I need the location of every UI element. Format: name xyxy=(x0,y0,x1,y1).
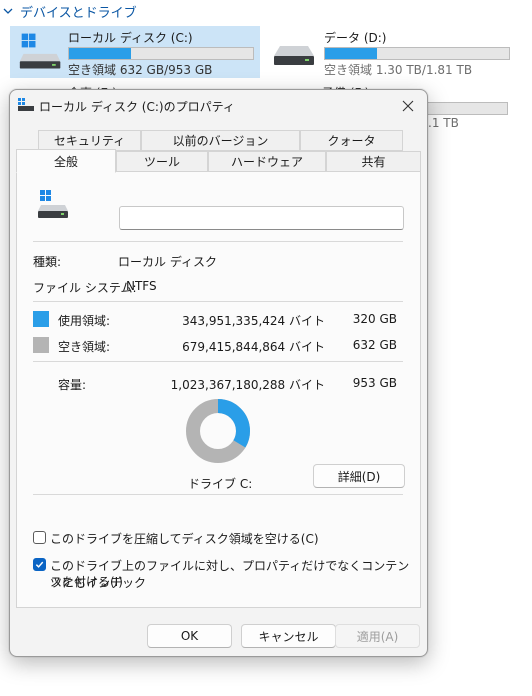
properties-dialog: ローカル ディスク (C:)のプロパティ セキュリティ 以前のバージョン クォー… xyxy=(9,89,428,657)
free-space-label: 空き領域: xyxy=(58,340,111,354)
checkmark-icon xyxy=(35,561,44,568)
free-space-swatch xyxy=(33,337,49,353)
used-space-label: 使用領域: xyxy=(58,314,111,328)
volume-name-input[interactable] xyxy=(119,206,404,230)
capacity-gb: 953 GB xyxy=(352,376,397,390)
apply-button[interactable]: 適用(A) xyxy=(335,624,420,648)
tab-security[interactable]: セキュリティ xyxy=(38,130,141,151)
close-icon xyxy=(402,100,414,112)
drive-c-usage-fill xyxy=(69,48,131,59)
dialog-titlebar[interactable]: ローカル ディスク (C:)のプロパティ xyxy=(10,90,427,120)
capacity-bytes: 1,023,367,180,288 バイト xyxy=(170,378,325,392)
details-button[interactable]: 詳細(D) xyxy=(313,464,405,488)
tab-previous-versions[interactable]: 以前のバージョン xyxy=(141,130,300,151)
devices-and-drives-header[interactable]: デバイスとドライブ xyxy=(2,2,137,21)
compress-drive-checkbox[interactable] xyxy=(33,531,46,544)
index-contents-label-line2[interactable]: スを付ける(I) xyxy=(50,573,123,590)
ok-button[interactable]: OK xyxy=(147,624,232,648)
drive-f-space-peek: .1 TB xyxy=(428,116,459,130)
drive-d-usage-bar xyxy=(324,47,510,60)
windows-drive-icon xyxy=(19,33,61,69)
windows-drive-icon xyxy=(38,190,68,218)
divider xyxy=(33,361,403,362)
free-space-bytes: 679,415,844,864 バイト xyxy=(182,340,325,354)
divider xyxy=(33,301,403,302)
compress-drive-label[interactable]: このドライブを圧縮してディスク領域を空ける(C) xyxy=(50,530,319,547)
drive-d-tile[interactable]: データ (D:) 空き領域 1.30 TB/1.81 TB xyxy=(262,26,522,78)
tab-quota[interactable]: クォータ xyxy=(300,130,403,151)
used-space-bytes: 343,951,335,424 バイト xyxy=(182,314,325,328)
index-contents-checkbox[interactable] xyxy=(33,558,46,571)
tab-hardware[interactable]: ハードウェア xyxy=(208,151,326,172)
dialog-title: ローカル ディスク (C:)のプロパティ xyxy=(39,100,235,114)
drive-icon xyxy=(274,46,314,65)
drive-icon xyxy=(18,98,34,111)
drive-d-space: 空き領域 1.30 TB/1.81 TB xyxy=(324,63,473,77)
type-value: ローカル ディスク xyxy=(118,255,217,269)
capacity-label: 容量: xyxy=(58,378,87,392)
used-space-gb: 320 GB xyxy=(352,312,397,326)
general-tab-panel: 種類: ローカル ディスク ファイル システム: NTFS 使用領域: 343,… xyxy=(16,171,421,608)
free-space-gb: 632 GB xyxy=(352,338,397,352)
drive-label: ドライブ C: xyxy=(188,477,253,491)
tab-sharing[interactable]: 共有 xyxy=(326,151,421,172)
disk-usage-donut xyxy=(186,399,250,463)
drive-c-space: 空き領域 632 GB/953 GB xyxy=(68,63,213,77)
drive-c-usage-bar xyxy=(68,47,254,60)
divider xyxy=(33,494,403,495)
divider xyxy=(33,241,403,242)
close-button[interactable] xyxy=(393,94,423,118)
tab-general[interactable]: 全般 xyxy=(16,149,116,173)
cancel-button[interactable]: キャンセル xyxy=(241,624,336,648)
drive-d-name: データ (D:) xyxy=(324,31,387,45)
drive-c-tile[interactable]: ローカル ディスク (C:) 空き領域 632 GB/953 GB xyxy=(10,26,260,78)
section-title: デバイスとドライブ xyxy=(20,5,137,21)
drive-c-name: ローカル ディスク (C:) xyxy=(68,31,193,45)
chevron-down-icon xyxy=(3,8,13,14)
filesystem-value: NTFS xyxy=(126,279,157,293)
type-label: 種類: xyxy=(33,255,62,269)
tab-tools[interactable]: ツール xyxy=(116,151,208,172)
filesystem-label: ファイル システム: xyxy=(33,281,137,295)
drive-d-usage-fill xyxy=(325,48,377,59)
used-space-swatch xyxy=(33,311,49,327)
